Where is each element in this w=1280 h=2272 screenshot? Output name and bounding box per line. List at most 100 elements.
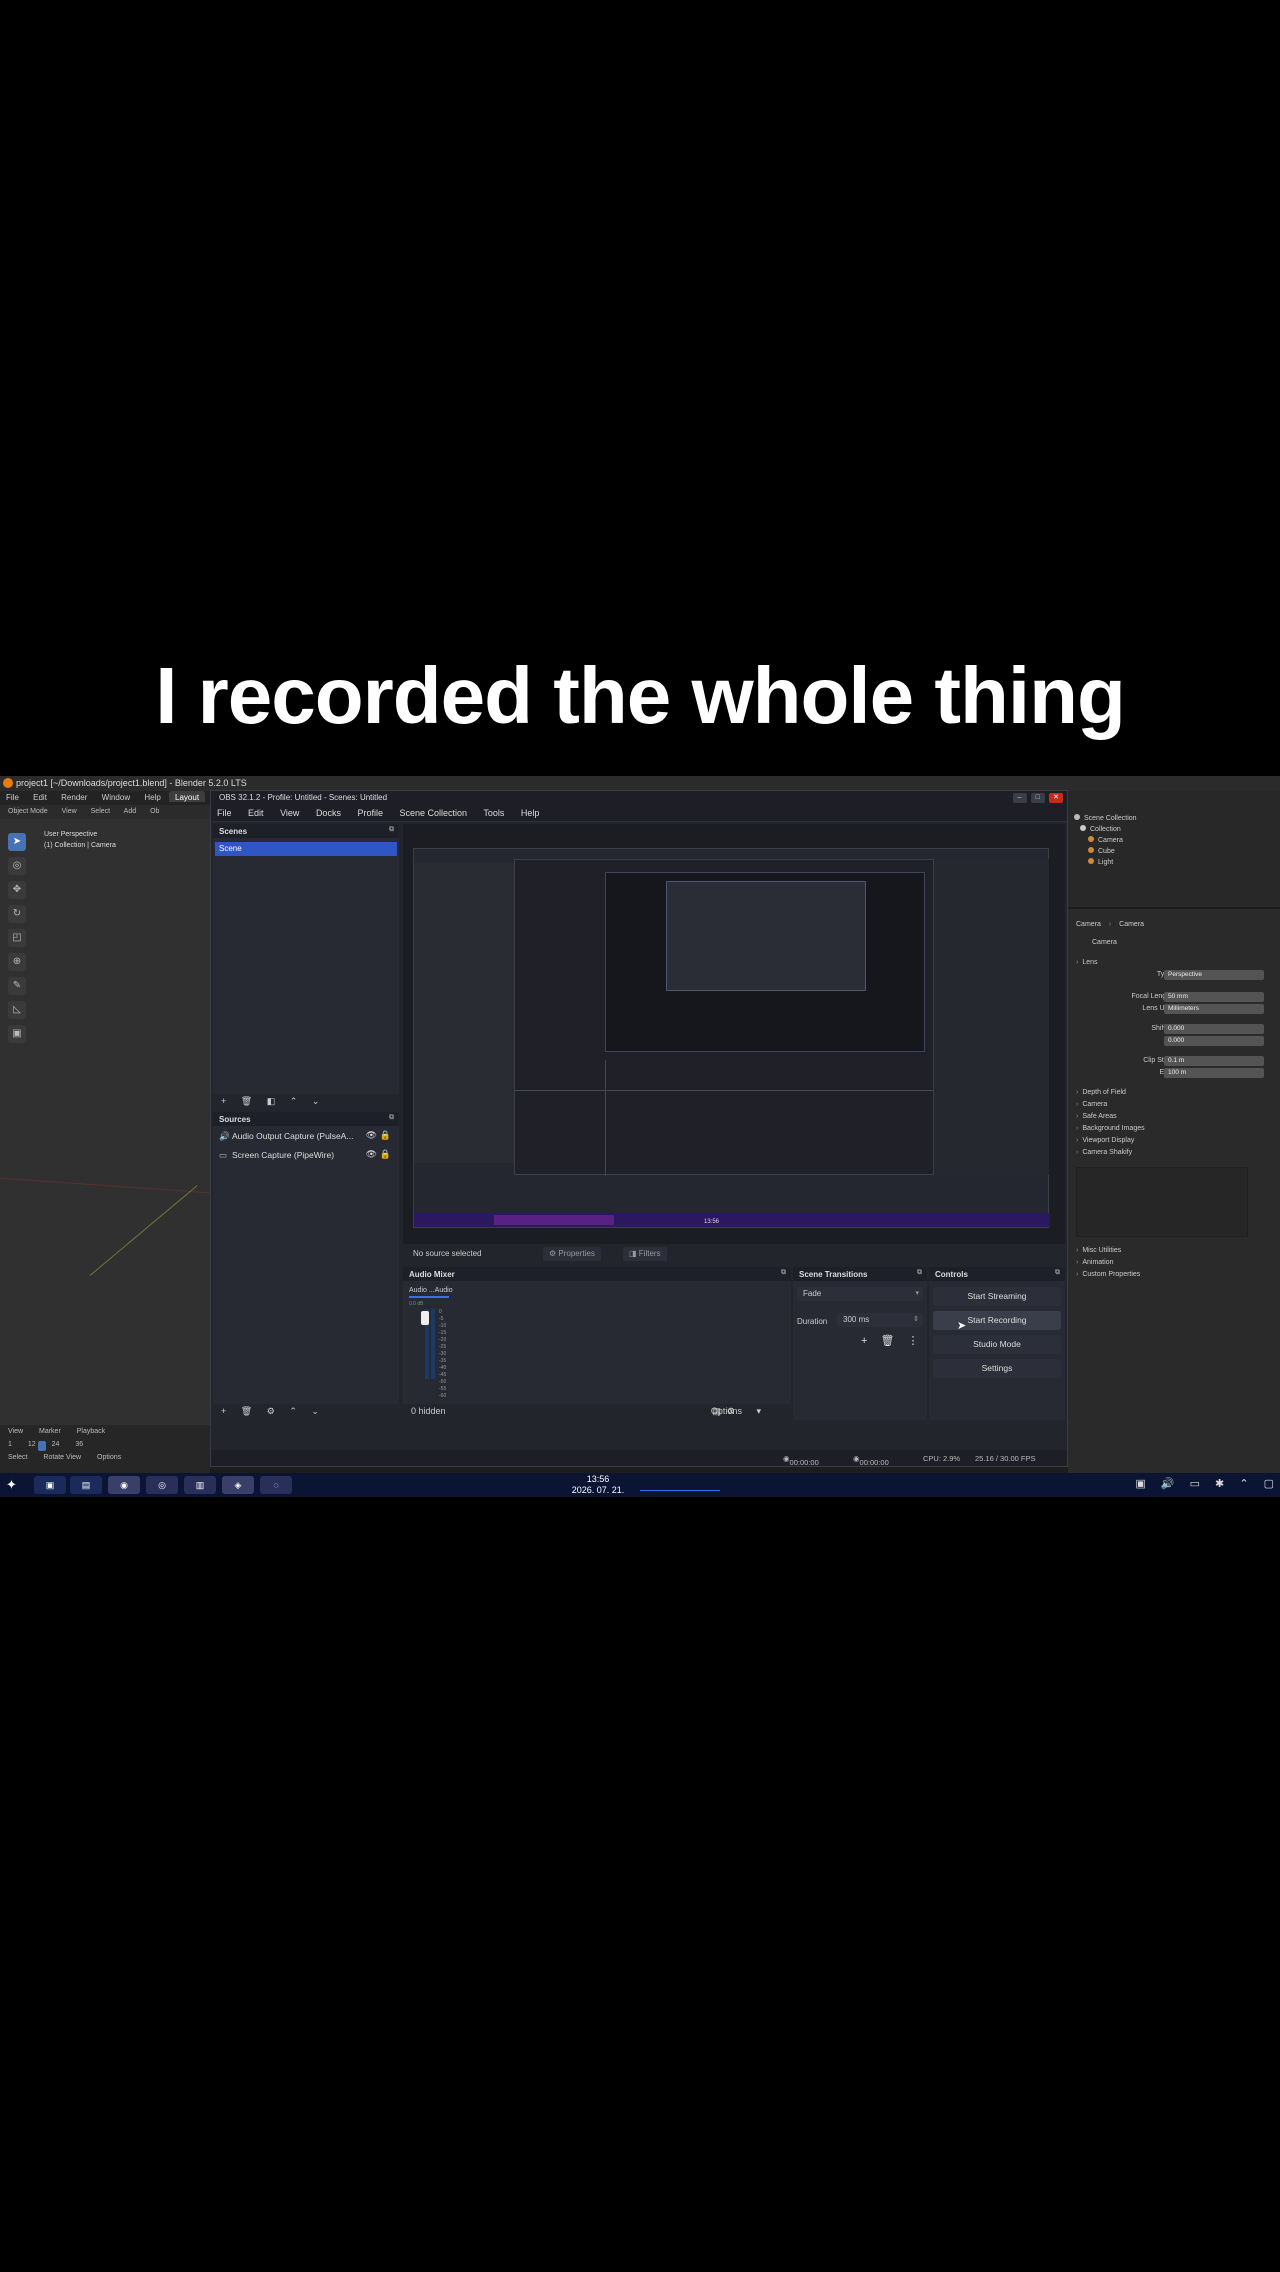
select-tool-icon[interactable]: ➤	[8, 833, 26, 851]
section-viewport-display[interactable]: Viewport Display	[1076, 1135, 1280, 1147]
obs-menu-tools[interactable]: Tools	[483, 808, 504, 818]
lock-icon[interactable]: 🔒	[380, 1149, 391, 1160]
start-recording-button[interactable]: Start Recording	[933, 1311, 1061, 1330]
mixer-options-button[interactable]: Options ▾	[711, 1406, 773, 1417]
undock-icon[interactable]: ⧉	[389, 826, 394, 834]
playhead[interactable]	[38, 1441, 46, 1451]
obs-taskbar-icon[interactable]: ◉	[108, 1476, 140, 1494]
start-streaming-button[interactable]: Start Streaming	[933, 1287, 1061, 1306]
expand-tray-icon[interactable]: ⌃	[1239, 1478, 1248, 1490]
undock-icon[interactable]: ⧉	[917, 1269, 922, 1277]
section-depth-of-field[interactable]: Depth of Field	[1076, 1087, 1280, 1099]
obs-menu-edit[interactable]: Edit	[248, 808, 264, 818]
move-tool-icon[interactable]: ✥	[8, 881, 26, 899]
shift-y-field[interactable]: 0.000	[1164, 1036, 1264, 1046]
clip-start-field[interactable]: 0.1 m	[1164, 1056, 1264, 1066]
transition-menu-icon[interactable]: ⋮	[908, 1335, 919, 1347]
app-taskbar-icon[interactable]: ◎	[146, 1476, 178, 1494]
studio-mode-button[interactable]: Studio Mode	[933, 1335, 1061, 1354]
duration-spinbox[interactable]: 300 ms ⇕	[837, 1313, 923, 1327]
shift-x-field[interactable]: 0.000	[1164, 1024, 1264, 1034]
obs-menu-docks[interactable]: Docks	[316, 808, 341, 818]
rotate-tool-icon[interactable]: ↻	[8, 905, 26, 923]
menu-render[interactable]: Render	[55, 791, 93, 802]
remove-source-icon[interactable]: 🗑	[241, 1406, 252, 1416]
properties-button[interactable]: ⚙ Properties	[543, 1247, 601, 1261]
section-background-images[interactable]: Background Images	[1076, 1123, 1280, 1135]
prop-clip-end[interactable]: End100 m	[1076, 1067, 1280, 1079]
prop-type[interactable]: TypePerspective	[1076, 969, 1280, 981]
visibility-eye-icon[interactable]: 👁	[366, 1149, 377, 1160]
type-dropdown[interactable]: Perspective	[1164, 970, 1264, 980]
outliner-row[interactable]: Collection	[1074, 824, 1280, 835]
cursor-tool-icon[interactable]: ◎	[8, 857, 26, 875]
lock-icon[interactable]: 🔒	[380, 1130, 391, 1141]
start-menu-icon[interactable]: ✦	[6, 1477, 17, 1493]
camera-name-field[interactable]: Camera	[1076, 937, 1280, 949]
prop-clip-start[interactable]: Clip Start 0.1 m	[1076, 1055, 1280, 1067]
clip-end-field[interactable]: 100 m	[1164, 1068, 1264, 1078]
timeline-menu-marker[interactable]: Marker	[39, 1428, 61, 1435]
undock-icon[interactable]: ⧉	[1055, 1269, 1060, 1277]
undock-icon[interactable]: ⧉	[389, 1114, 394, 1122]
source-item[interactable]: ▭ Screen Capture (PipeWire) 👁 🔒	[213, 1145, 399, 1164]
object-mode-dropdown[interactable]: Object Mode	[8, 808, 48, 815]
clipboard-icon[interactable]: ▣	[1135, 1478, 1145, 1490]
remove-transition-icon[interactable]: 🗑	[881, 1335, 895, 1347]
scale-tool-icon[interactable]: ◰	[8, 929, 26, 947]
outliner-row[interactable]: Cube	[1074, 846, 1280, 857]
menu-help[interactable]: Help	[138, 791, 166, 802]
bluetooth-icon[interactable]: ✱	[1215, 1478, 1224, 1490]
browser-taskbar-icon[interactable]: ▥	[184, 1476, 216, 1494]
section-animation[interactable]: Animation	[1076, 1257, 1280, 1269]
volume-fader[interactable]	[421, 1311, 429, 1325]
move-up-icon[interactable]: ⌃	[289, 1406, 297, 1416]
settings-button[interactable]: Settings	[933, 1359, 1061, 1378]
timeline-menu-view[interactable]: View	[8, 1428, 23, 1435]
remove-scene-icon[interactable]: 🗑	[241, 1096, 252, 1106]
scene-filters-icon[interactable]: ◧	[267, 1096, 276, 1106]
section-custom-properties[interactable]: Custom Properties	[1076, 1269, 1280, 1281]
add-scene-icon[interactable]: +	[221, 1096, 226, 1106]
outliner-row[interactable]: Light	[1074, 857, 1280, 868]
undock-icon[interactable]: ⧉	[781, 1269, 786, 1277]
visibility-eye-icon[interactable]: 👁	[366, 1130, 377, 1141]
move-down-icon[interactable]: ⌄	[312, 1096, 320, 1106]
outliner-row[interactable]: Scene Collection	[1074, 813, 1280, 824]
prop-lens-unit[interactable]: Lens Unit Millimeters	[1076, 1003, 1280, 1015]
obs-menu-help[interactable]: Help	[521, 808, 540, 818]
obs-menu-file[interactable]: File	[217, 808, 232, 818]
focal-length-field[interactable]: 50 mm	[1164, 992, 1264, 1002]
obs-menu-view[interactable]: View	[280, 808, 299, 818]
lens-unit-dropdown[interactable]: Millimeters	[1164, 1004, 1264, 1014]
add-source-icon[interactable]: +	[221, 1406, 226, 1416]
viewport-menu-add[interactable]: Add	[124, 808, 136, 815]
move-down-icon[interactable]: ⌄	[311, 1406, 319, 1416]
blender-3d-viewport[interactable]: Object Mode View Select Add Ob User Pers…	[0, 805, 210, 1475]
outliner-row[interactable]: Camera	[1074, 835, 1280, 846]
timeline-menu-playback[interactable]: Playback	[77, 1428, 105, 1435]
terminal-icon[interactable]: ▤	[70, 1476, 102, 1494]
properties-editor[interactable]: Camera › Camera Camera Lens TypePerspect…	[1068, 909, 1280, 1281]
section-safe-areas[interactable]: Safe Areas	[1076, 1111, 1280, 1123]
taskbar-clock[interactable]: 13:56 2026. 07. 21.	[560, 1474, 636, 1496]
outliner[interactable]: Scene Collection Collection Camera Cube …	[1068, 791, 1280, 909]
volume-icon[interactable]: 🔊	[1161, 1478, 1175, 1490]
transform-tool-icon[interactable]: ⊕	[8, 953, 26, 971]
source-properties-gear-icon[interactable]: ⚙	[267, 1406, 275, 1416]
viewport-menu-object[interactable]: Ob	[150, 808, 159, 815]
scene-item[interactable]: Scene	[215, 842, 397, 856]
blender-taskbar-icon[interactable]: ◈	[222, 1476, 254, 1494]
section-lens[interactable]: Lens	[1076, 957, 1280, 969]
obs-preview[interactable]: 13:56	[403, 824, 1065, 1244]
prop-shift-x[interactable]: Shift X 0.000	[1076, 1023, 1280, 1035]
annotate-tool-icon[interactable]: ✎	[8, 977, 26, 995]
source-item[interactable]: 🔊 Audio Output Capture (PulseA... 👁 🔒	[213, 1126, 399, 1145]
workspace-tab-layout[interactable]: Layout	[169, 791, 206, 802]
obs-menu-scene-collection[interactable]: Scene Collection	[400, 808, 468, 818]
prop-shift-y[interactable]: Y0.000	[1076, 1035, 1280, 1047]
menu-edit[interactable]: Edit	[27, 791, 53, 802]
obs-menu-profile[interactable]: Profile	[357, 808, 383, 818]
viewport-menu-view[interactable]: View	[62, 808, 77, 815]
show-desktop-icon[interactable]: ▢	[1264, 1478, 1274, 1490]
